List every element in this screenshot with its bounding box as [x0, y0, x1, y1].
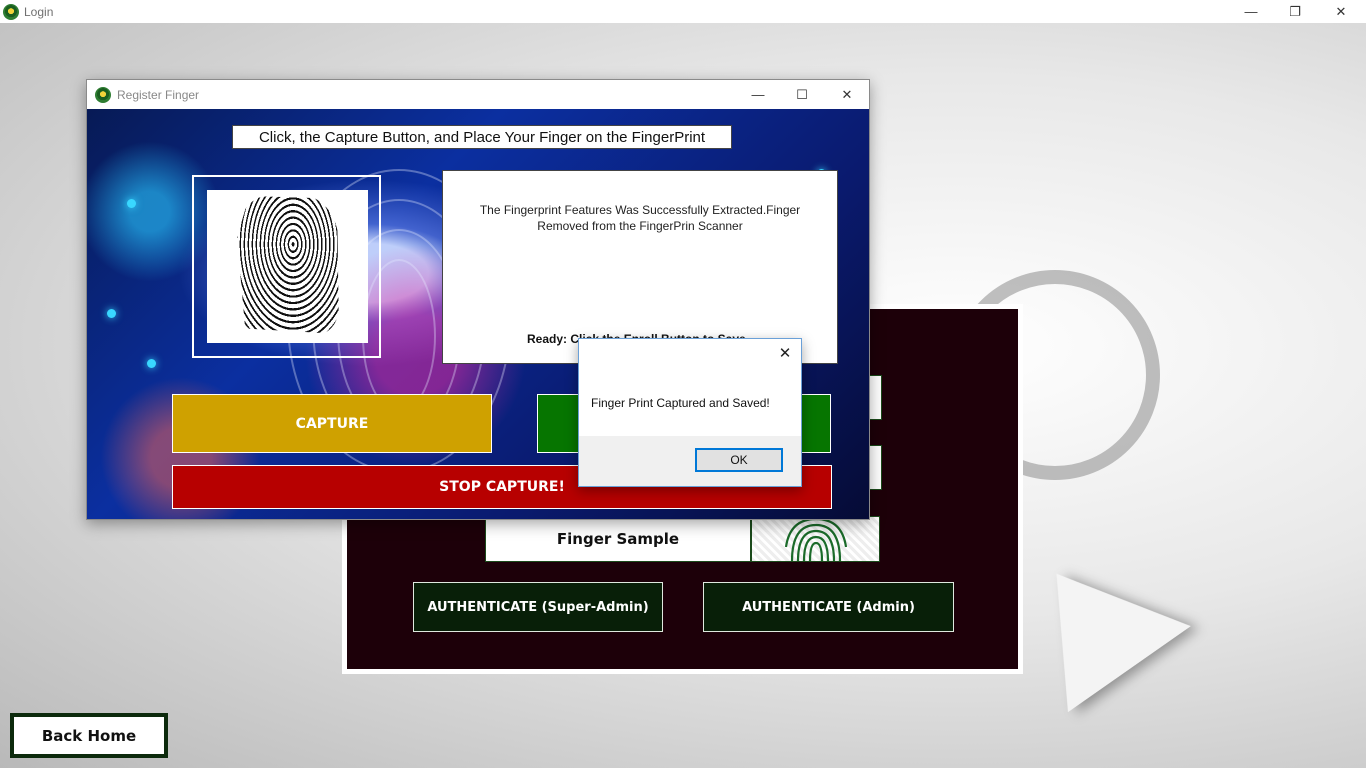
close-button[interactable]: ✕	[1318, 0, 1364, 23]
arrow-decoration	[999, 527, 1191, 713]
register-maximize-button[interactable]: ☐	[779, 83, 825, 106]
app-logo-icon	[95, 86, 111, 103]
message-box-content: ✕ Finger Print Captured and Saved!	[579, 339, 801, 436]
main-window-title: Login	[24, 4, 54, 19]
message-box: ✕ Finger Print Captured and Saved! OK	[578, 338, 802, 487]
back-home-button[interactable]: Back Home	[10, 713, 168, 758]
status-panel: The Fingerprint Features Was Successfull…	[442, 170, 838, 364]
message-box-close-button[interactable]: ✕	[775, 343, 795, 363]
finger-sample-thumbnail	[751, 516, 880, 562]
main-title-bar: Login — ❐ ✕	[0, 0, 1366, 23]
register-minimize-button[interactable]: —	[735, 83, 781, 106]
fingerprint-scan-icon	[237, 196, 339, 334]
fingerprint-icon	[784, 517, 848, 561]
register-window-title-bar: Register Finger — ☐ ✕	[87, 80, 869, 109]
message-box-text: Finger Print Captured and Saved!	[591, 396, 770, 410]
restore-button[interactable]: ❐	[1272, 0, 1318, 23]
finger-sample-label: Finger Sample	[485, 516, 751, 562]
circuit-node-decoration	[127, 199, 136, 208]
circuit-node-decoration	[147, 359, 156, 368]
app-logo-icon	[3, 3, 19, 20]
fingerprint-preview-frame	[192, 175, 381, 358]
capture-button[interactable]: CAPTURE	[172, 394, 492, 453]
status-message: The Fingerprint Features Was Successfull…	[479, 203, 801, 233]
authenticate-admin-button[interactable]: AUTHENTICATE (Admin)	[703, 582, 954, 632]
register-close-button[interactable]: ✕	[824, 83, 870, 106]
circuit-node-decoration	[107, 309, 116, 318]
minimize-button[interactable]: —	[1228, 0, 1274, 23]
back-home-label: Back Home	[14, 717, 164, 754]
register-window-title: Register Finger	[117, 87, 200, 102]
capture-instruction: Click, the Capture Button, and Place You…	[232, 125, 732, 149]
fingerprint-preview-image	[207, 190, 368, 343]
authenticate-super-admin-button[interactable]: AUTHENTICATE (Super-Admin)	[413, 582, 663, 632]
ok-button[interactable]: OK	[695, 448, 783, 472]
